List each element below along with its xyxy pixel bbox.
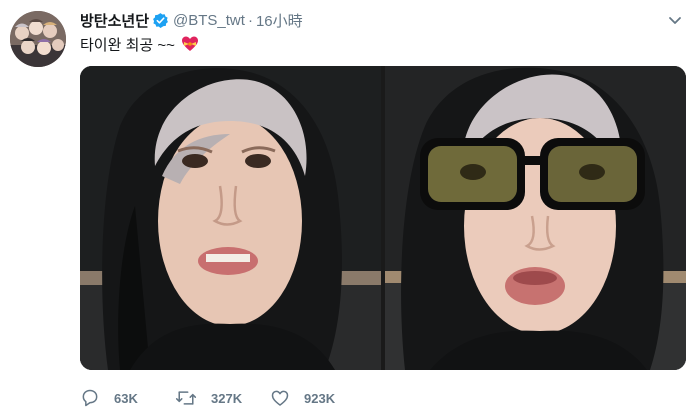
like-button[interactable]: 923K [270, 388, 370, 408]
retweet-count: 327K [211, 390, 243, 406]
reply-icon [80, 388, 100, 408]
timestamp[interactable]: 16小時 [256, 10, 303, 31]
action-bar: 63K 327K 923K [80, 386, 370, 410]
retweet-icon [175, 388, 197, 408]
tweet-body: 타이완 최공 ~~ [80, 36, 175, 54]
tweet-header: 방탄소년단 @BTS_twt · 16小時 [80, 9, 303, 31]
retweet-button[interactable]: 327K [175, 388, 270, 408]
heart-with-ribbon-icon [180, 34, 200, 54]
verified-badge-icon [152, 12, 169, 29]
reply-button[interactable]: 63K [80, 388, 175, 408]
chevron-down-icon[interactable] [668, 13, 682, 24]
heart-icon [270, 388, 290, 408]
like-count: 923K [304, 390, 336, 406]
display-name[interactable]: 방탄소년단 [80, 10, 149, 31]
tweet-text: 타이완 최공 ~~ [80, 33, 200, 55]
avatar[interactable] [10, 11, 66, 67]
photo-2[interactable] [385, 66, 686, 370]
photo-1[interactable] [80, 66, 381, 370]
reply-count: 63K [114, 390, 138, 406]
user-handle[interactable]: @BTS_twt [173, 12, 245, 29]
media-container [80, 66, 686, 370]
tweet: 방탄소년단 @BTS_twt · 16小時 타이완 최공 ~~ 63K 327K… [0, 0, 696, 415]
separator-dot: · [247, 11, 253, 29]
